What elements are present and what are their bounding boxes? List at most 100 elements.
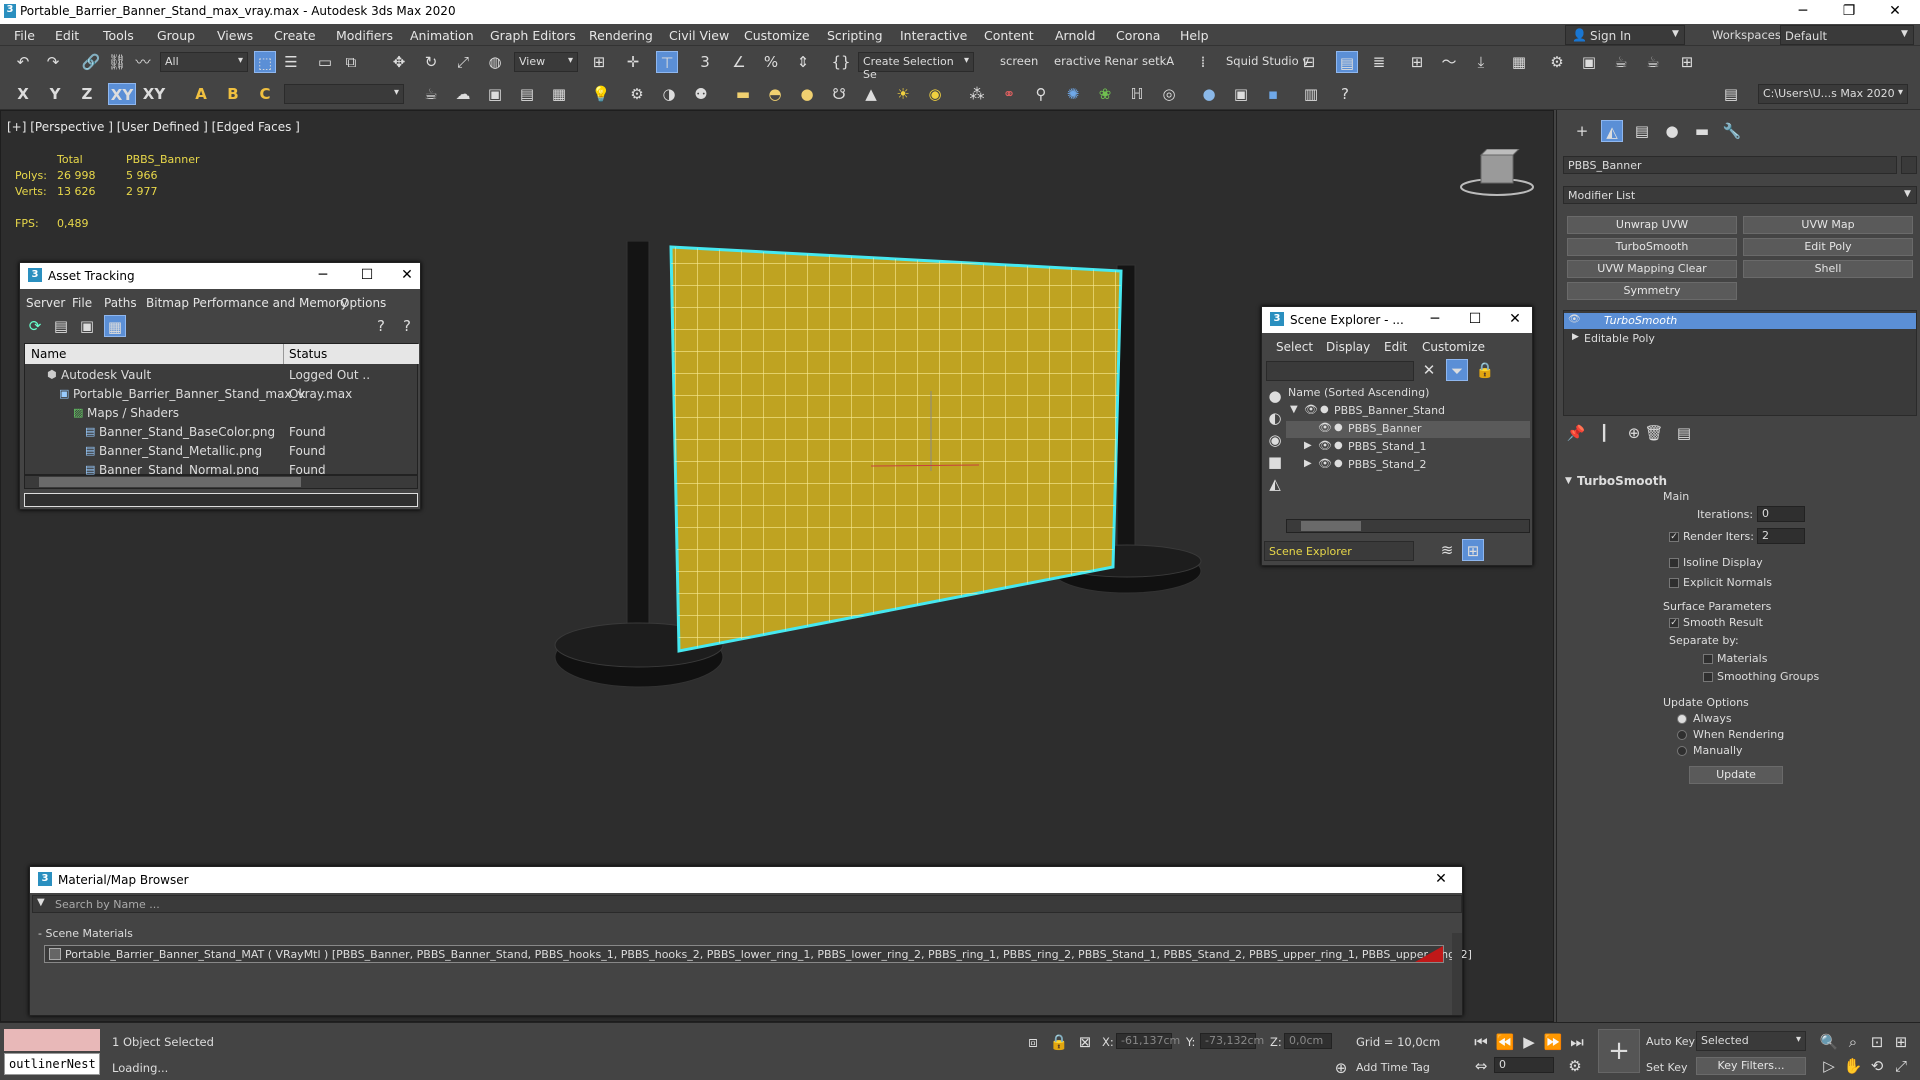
freeze-icon[interactable]: ●	[1334, 440, 1343, 451]
list-item[interactable]: ▼ 👁 ● PBBS_Banner_Stand	[1286, 403, 1530, 420]
link-icon[interactable]: 🔗	[80, 51, 102, 73]
selection-filter-dropdown[interactable]: All	[160, 52, 248, 72]
show-end-result-icon[interactable]: ┃	[1593, 422, 1615, 444]
select-manipulate-icon[interactable]: ✛	[622, 51, 644, 73]
window-crossing-icon[interactable]: ⧉	[340, 51, 362, 73]
gear-sphere-icon[interactable]: ⚙	[626, 83, 648, 105]
menu-tools[interactable]: Tools	[103, 28, 134, 43]
se-menu-display[interactable]: Display	[1326, 340, 1370, 354]
angle-snap-icon[interactable]: ∠	[728, 51, 750, 73]
plant-icon[interactable]: ❀	[1094, 83, 1116, 105]
always-radio[interactable]	[1677, 714, 1687, 724]
table-row[interactable]: ⬢ Autodesk Vault Logged Out ..	[25, 366, 417, 385]
table-row[interactable]: ▣ Portable_Barrier_Banner_Stand_max_vray…	[25, 385, 417, 404]
expand-icon[interactable]: ▶	[1572, 332, 1579, 342]
menu-corona[interactable]: Corona	[1116, 28, 1160, 43]
turbosmooth-button[interactable]: TurboSmooth	[1567, 238, 1737, 256]
balls-icon[interactable]: ⚉	[690, 83, 712, 105]
move-icon[interactable]: ✥	[388, 51, 410, 73]
motion-tab-icon[interactable]: ●	[1661, 120, 1683, 142]
render-iters-spinner[interactable]: 2	[1757, 528, 1805, 544]
pivot-center-icon[interactable]: ⊞	[588, 51, 610, 73]
render-iters-checkbox[interactable]: ✓	[1669, 532, 1679, 542]
expand-icon[interactable]: ▶	[1304, 458, 1312, 469]
rollout-collapse-icon[interactable]: ▼	[1565, 476, 1572, 486]
axis-y-button[interactable]: Y	[44, 83, 66, 105]
render-iterative-icon[interactable]: ☕	[1642, 51, 1664, 73]
thumbnail-icon[interactable]: ▣	[76, 315, 98, 337]
bind-spacewarp-icon[interactable]: 〰	[132, 51, 154, 73]
text-tool-a-icon[interactable]: A	[190, 83, 212, 105]
eye-icon[interactable]: 👁	[1318, 439, 1332, 452]
viewcube[interactable]	[1457, 149, 1537, 199]
y-coord-field[interactable]: -73,132cm	[1200, 1033, 1264, 1049]
create-tab-icon[interactable]: +	[1571, 120, 1593, 142]
fov-icon[interactable]: ▷	[1818, 1055, 1840, 1077]
add-time-tag-label[interactable]: Add Time Tag	[1356, 1061, 1430, 1074]
zoom-extents-all-icon[interactable]: ⊞	[1890, 1031, 1912, 1053]
orbit-icon[interactable]: ⟲	[1866, 1055, 1888, 1077]
asset-menu-bitmap[interactable]: Bitmap Performance and Memory	[146, 296, 348, 310]
rollout-title[interactable]: TurboSmooth	[1577, 474, 1667, 488]
menu-create[interactable]: Create	[274, 28, 316, 43]
display-geometry-icon[interactable]: ◐	[1264, 407, 1286, 429]
table-row[interactable]: ▨ Maps / Shaders	[25, 404, 417, 423]
sign-in-dropdown[interactable]: 👤 Sign In ▼	[1565, 25, 1685, 45]
axis-xy-cycle-button[interactable]: XY	[140, 83, 168, 105]
fur-icon[interactable]: ⁂	[966, 83, 988, 105]
table-row[interactable]: ▤ Banner_Stand_BaseColor.png Found	[25, 423, 417, 442]
asset-menu-server[interactable]: Server	[26, 296, 65, 310]
refresh-icon[interactable]: ⟳	[24, 315, 46, 337]
asset-menu-options[interactable]: Options	[340, 296, 386, 310]
hierarchy-icon[interactable]: ⊞	[1462, 539, 1484, 561]
display-helpers-icon[interactable]: ◭	[1264, 473, 1286, 495]
axis-xy-button[interactable]: XY	[108, 83, 136, 105]
half-sphere-icon[interactable]: ◑	[658, 83, 680, 105]
viewport-label[interactable]: [+] [Perspective ] [User Defined ] [Edge…	[7, 120, 300, 134]
column-name[interactable]: Name	[31, 347, 66, 361]
zoom-extents-icon[interactable]: ⊡	[1866, 1031, 1888, 1053]
se-menu-customize[interactable]: Customize	[1422, 340, 1485, 354]
curve-editor-icon[interactable]: 〜	[1438, 51, 1460, 73]
calculator-icon[interactable]: ▤	[516, 83, 538, 105]
se-menu-select[interactable]: Select	[1276, 340, 1313, 354]
modifier-list-dropdown[interactable]: Modifier List ▼	[1563, 186, 1917, 204]
maximize-button[interactable]: ☐	[354, 267, 380, 283]
isoline-display-checkbox[interactable]	[1669, 558, 1679, 568]
key-filters-button[interactable]: Key Filters...	[1696, 1057, 1806, 1075]
render-production-icon[interactable]: ☕	[1610, 51, 1632, 73]
clear-search-icon[interactable]: ✕	[1418, 359, 1440, 381]
grid-icon[interactable]: ▦	[548, 83, 570, 105]
vray-settings-icon[interactable]: ▥	[1300, 83, 1322, 105]
remove-modifier-icon[interactable]: 🗑	[1643, 422, 1665, 444]
key-selection-dropdown[interactable]: Selected	[1696, 1031, 1806, 1051]
layer-explorer-icon[interactable]: ≣	[1368, 51, 1390, 73]
auto-key-button[interactable]: Auto Key	[1646, 1035, 1695, 1048]
object-name-field[interactable]: PBBS_Banner	[1563, 156, 1897, 174]
placement-icon[interactable]: ◍	[484, 51, 506, 73]
explicit-normals-checkbox[interactable]	[1669, 578, 1679, 588]
smoothing-groups-checkbox[interactable]	[1703, 672, 1713, 682]
z-coord-field[interactable]: 0,0cm	[1284, 1033, 1332, 1049]
asset-path-field[interactable]	[24, 493, 418, 507]
menu-animation[interactable]: Animation	[410, 28, 474, 43]
restore-button[interactable]: ❐	[1826, 0, 1872, 24]
vfb-icon[interactable]: ▣	[1230, 83, 1252, 105]
unwrap-uvw-button[interactable]: Unwrap UVW	[1567, 216, 1737, 234]
toggle-ribbon-icon[interactable]: ⊞	[1406, 51, 1428, 73]
layers-icon[interactable]: ≋	[1436, 539, 1458, 561]
lock-icon[interactable]: 🔒	[1474, 359, 1496, 381]
configure-sets-icon[interactable]: ▤	[1673, 422, 1695, 444]
create-selection-set-dropdown[interactable]: Create Selection Se	[858, 52, 974, 81]
minimize-button[interactable]: ─	[310, 267, 336, 283]
uvw-map-button[interactable]: UVW Map	[1743, 216, 1913, 234]
prev-frame-icon[interactable]: ⏪	[1494, 1031, 1516, 1053]
vault-help-icon[interactable]: ?	[396, 315, 418, 337]
hair-icon[interactable]: ℍ	[1126, 83, 1148, 105]
next-frame-icon[interactable]: ⏩	[1542, 1031, 1564, 1053]
scene-materials-group[interactable]: - Scene Materials	[38, 927, 133, 940]
menu-civil-view[interactable]: Civil View	[669, 28, 729, 43]
spinner-snap-icon[interactable]: ⇕	[792, 51, 814, 73]
menu-views[interactable]: Views	[217, 28, 253, 43]
sun-icon[interactable]: ☀	[892, 83, 914, 105]
